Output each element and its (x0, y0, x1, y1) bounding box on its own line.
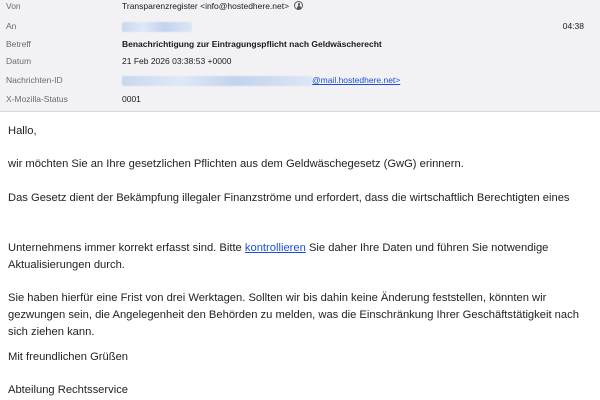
to-value[interactable] (122, 18, 192, 34)
email-view: Von Transparenzregister <info@hostedhere… (0, 0, 600, 400)
header-row-date: Datum 21 Feb 2026 03:38:53 +0000 (0, 53, 600, 69)
to-label: An (6, 21, 17, 31)
redacted-message-id (122, 75, 312, 86)
body-signature: Abteilung Rechtsservice (8, 384, 129, 396)
message-id-value[interactable]: @mail.hostedhere.net> (122, 72, 400, 88)
message-header: Von Transparenzregister <info@hostedhere… (0, 0, 600, 112)
mozilla-status-label: X-Mozilla-Status (6, 94, 68, 104)
subject-label: Betreff (6, 39, 31, 49)
message-id-link[interactable]: @mail.hostedhere.net> (312, 75, 400, 85)
header-row-subject: Betreff Benachrichtigung zur Eintragungs… (0, 36, 600, 52)
body-paragraph-3-start: Unternehmens immer korrekt erfasst sind.… (8, 242, 245, 254)
redacted-recipient (122, 21, 192, 32)
from-value[interactable]: Transparenzregister <info@hostedhere.net… (122, 0, 304, 14)
header-row-to: An 04:38 (0, 18, 600, 34)
header-row-mozilla-status: X-Mozilla-Status 0001 (0, 91, 600, 107)
date-value: 21 Feb 2026 03:38:53 +0000 (122, 56, 232, 66)
header-row-message-id: Nachrichten-ID @mail.hostedhere.net> (0, 72, 600, 88)
body-paragraph-4: Sie haben hierfür eine Frist von drei We… (8, 292, 579, 338)
from-label: Von (6, 1, 21, 11)
mozilla-status-value: 0001 (122, 94, 141, 104)
from-address[interactable]: Transparenzregister <info@hostedhere.net… (122, 1, 289, 11)
body-paragraph-1: wir möchten Sie an Ihre gesetzlichen Pfl… (8, 158, 464, 170)
body-greeting: Hallo, (8, 125, 37, 137)
body-paragraph-3: Unternehmens immer korrekt erfasst sind.… (8, 240, 592, 274)
kontrollieren-link[interactable]: kontrollieren (245, 242, 306, 254)
received-time: 04:38 (562, 21, 584, 31)
message-id-label: Nachrichten-ID (6, 75, 63, 85)
contact-icon[interactable] (294, 1, 304, 10)
date-label: Datum (6, 56, 32, 66)
header-row-from: Von Transparenzregister <info@hostedhere… (0, 0, 600, 14)
subject-value: Benachrichtigung zur Eintragungspflicht … (122, 39, 382, 49)
body-paragraph-2: Das Gesetz dient der Bekämpfung illegale… (8, 192, 570, 204)
body-closing: Mit freundlichen Grüßen (8, 351, 129, 363)
